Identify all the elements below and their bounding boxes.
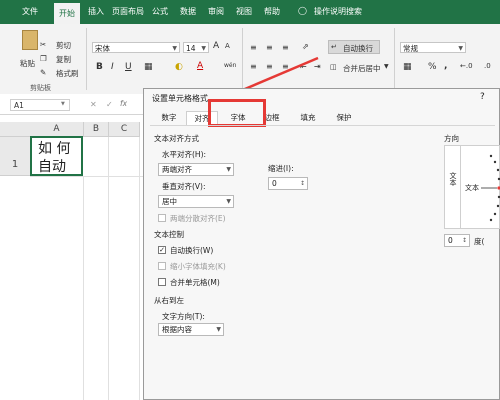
- horizontal-align-select[interactable]: 两端对齐 ▼: [158, 163, 234, 176]
- wrap-text-checkbox[interactable]: ✓: [158, 246, 166, 254]
- degrees-value: 0: [448, 236, 453, 245]
- text-direction-label: 文字方向(T):: [162, 312, 205, 321]
- text-alignment-heading: 文本对齐方式: [154, 134, 199, 143]
- wrap-text-label: 自动换行(W): [170, 246, 214, 255]
- vertical-text-box[interactable]: 文本: [445, 146, 461, 228]
- vertical-align-label: 垂直对齐(V):: [162, 182, 206, 191]
- chevron-down-icon: ▼: [226, 166, 231, 173]
- orientation-panel[interactable]: 文本 文本: [444, 145, 500, 229]
- vertical-text-label: 文本: [449, 172, 457, 186]
- horizontal-align-value: 两端对齐: [162, 165, 192, 174]
- chevron-down-icon: ▼: [226, 198, 231, 205]
- right-to-left-heading: 从右到左: [154, 296, 184, 305]
- shrink-to-fit-label: 缩小字体填充(K): [170, 262, 226, 271]
- indent-label: 缩进(I):: [268, 164, 294, 173]
- tab-number[interactable]: 数字: [154, 111, 184, 125]
- orientation-heading: 方向: [444, 134, 459, 143]
- vertical-align-select[interactable]: 居中 ▼: [158, 195, 234, 208]
- orientation-text-label: 文本: [465, 184, 479, 192]
- text-direction-value: 根据内容: [162, 325, 192, 334]
- indent-value: 0: [272, 179, 277, 188]
- indent-input[interactable]: 0 ↕: [268, 177, 308, 190]
- merge-cells-checkbox[interactable]: [158, 278, 166, 286]
- distributed-label: 两端分散对齐(E): [170, 214, 226, 223]
- format-cells-dialog: 设置单元格格式 ? 数字 对齐 字体 边框 填充 保护 文本对齐方式 水平对齐(…: [143, 88, 500, 400]
- tab-divider: [150, 125, 495, 126]
- horizontal-align-label: 水平对齐(H):: [162, 150, 207, 159]
- tab-fill[interactable]: 填充: [294, 111, 322, 125]
- chevron-down-icon: ▼: [216, 326, 221, 333]
- degrees-input[interactable]: 0 ↕: [444, 234, 470, 247]
- help-button[interactable]: ?: [480, 92, 485, 102]
- text-direction-select[interactable]: 根据内容 ▼: [158, 323, 224, 336]
- tab-protection[interactable]: 保护: [330, 111, 358, 125]
- distributed-checkbox[interactable]: [158, 214, 166, 222]
- spinner-icon: ↕: [461, 237, 467, 244]
- shrink-to-fit-checkbox[interactable]: [158, 262, 166, 270]
- spinner-icon: ↕: [299, 180, 305, 187]
- text-control-heading: 文本控制: [154, 230, 184, 239]
- highlight-box: [208, 99, 266, 127]
- dialog-title: 设置单元格格式: [152, 94, 208, 103]
- vertical-align-value: 居中: [162, 197, 177, 206]
- degrees-label: 度(: [474, 237, 485, 246]
- merge-cells-label: 合并单元格(M): [170, 278, 220, 287]
